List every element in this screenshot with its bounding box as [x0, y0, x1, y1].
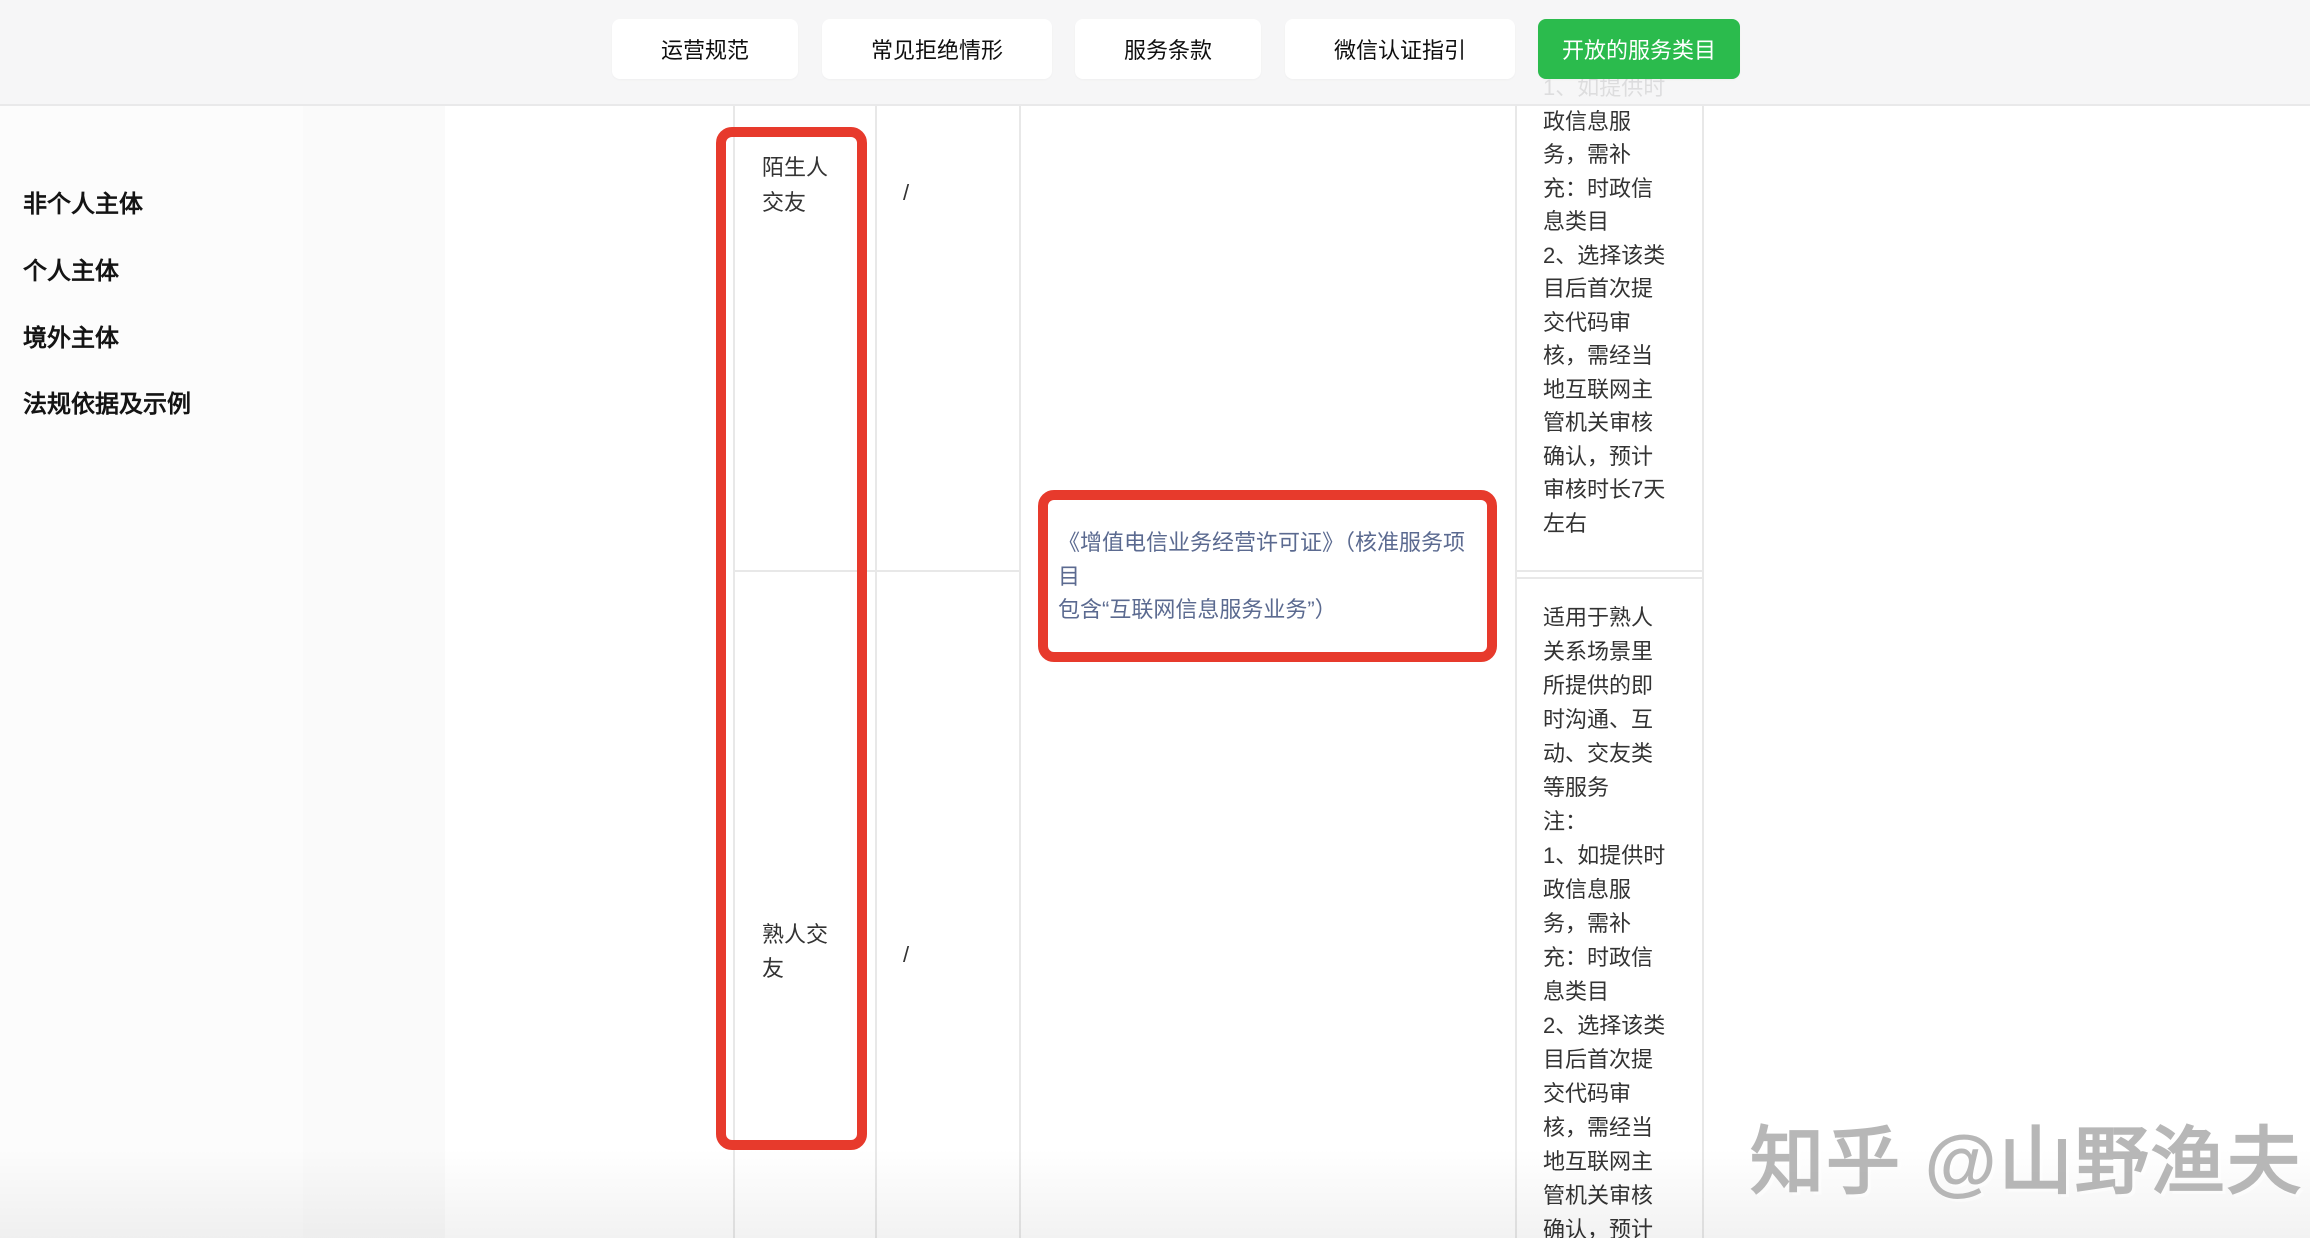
sidebar-item-personal[interactable]: 个人主体: [23, 257, 119, 287]
qualification-cell-stranger: /: [903, 176, 943, 209]
nav-button-operation-rules[interactable]: 运营规范: [612, 19, 798, 79]
table-border-note-cell-top: [1515, 577, 1702, 579]
note-cell-stranger: 1、如提供时 政信息服 务，需补 充：时政信 息类目 2、选择该类 目后首次提 …: [1543, 71, 1703, 540]
top-nav-bar: 运营规范 常见拒绝情形 服务条款 微信认证指引 开放的服务类目: [0, 0, 2310, 106]
sidebar-item-non-personal[interactable]: 非个人主体: [23, 190, 143, 220]
nav-button-common-rejections[interactable]: 常见拒绝情形: [822, 19, 1052, 79]
table-border-vertical-2: [875, 104, 877, 1238]
sidebar-item-overseas[interactable]: 境外主体: [23, 324, 119, 354]
table-border-note-cell-bottom: [1515, 570, 1702, 572]
nav-button-wechat-verification-guide[interactable]: 微信认证指引: [1285, 19, 1515, 79]
sidebar-divider-band: [303, 104, 445, 1238]
zhihu-watermark: 知乎 @山野渔夫: [1750, 1102, 2303, 1209]
table-border-vertical-3: [1019, 104, 1021, 1238]
annotation-box-category-column: [716, 127, 867, 1150]
note-cell-friend: 适用于熟人 关系场景里 所提供的即 时沟通、互 动、交友类 等服务 注： 1、如…: [1543, 601, 1703, 1238]
qualification-cell-friend: /: [903, 938, 943, 971]
table-border-vertical-4: [1515, 104, 1517, 1238]
nav-button-terms-of-service[interactable]: 服务条款: [1075, 19, 1261, 79]
nav-button-open-service-categories[interactable]: 开放的服务类目: [1538, 19, 1740, 79]
sidebar-item-legal-examples[interactable]: 法规依据及示例: [23, 390, 191, 420]
annotation-box-license: [1038, 490, 1497, 662]
page: 非个人主体 个人主体 境外主体 法规依据及示例 陌生人 交友 / 1、如提供时 …: [0, 0, 2310, 1238]
